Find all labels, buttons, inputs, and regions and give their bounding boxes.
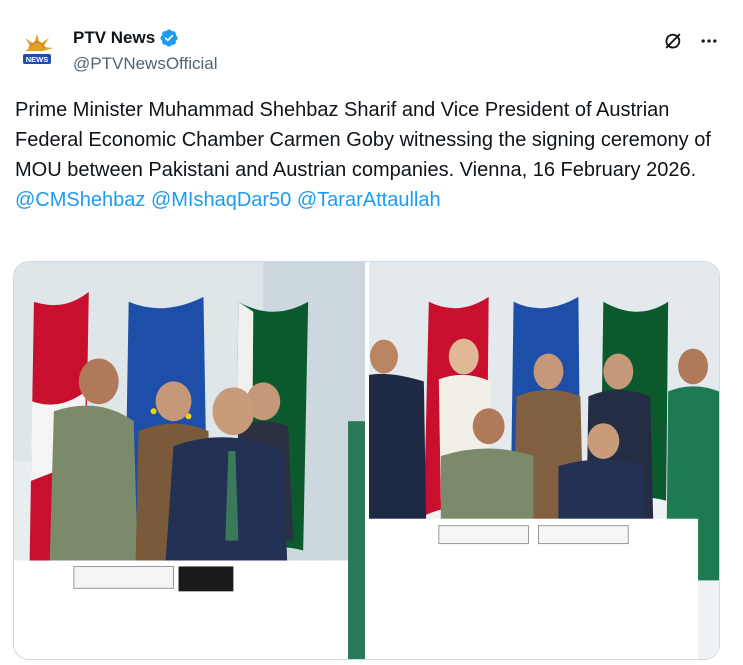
grok-button[interactable] [660,28,686,54]
display-name[interactable]: PTV News [73,28,155,48]
mention-link[interactable]: @CMShehbaz [15,189,145,211]
more-options-icon [701,39,717,43]
more-options-button[interactable] [696,28,722,54]
mention-link[interactable]: @TararAttaullah [297,189,441,211]
tweet-media [13,261,720,660]
tweet-header: NEWS PTV News @PTVNewsOfficial [15,26,728,80]
photo-image [369,262,719,659]
ptv-logo-icon: NEWS [15,28,59,72]
account-handle[interactable]: @PTVNewsOfficial [73,54,217,74]
tweet-body: Prime Minister Muhammad Shehbaz Sharif a… [15,99,711,181]
verified-badge-icon [160,29,178,47]
photo-signing-handshake[interactable] [14,262,365,659]
mention-link[interactable]: @MIshaqDar50 [151,189,291,211]
grok-icon [665,33,681,49]
tweet-text: Prime Minister Muhammad Shehbaz Sharif a… [15,95,715,215]
photo-image [14,262,365,659]
name-row: PTV News [73,28,179,48]
avatar-logo-text: NEWS [26,55,49,64]
photo-signing-ceremony[interactable] [369,262,719,659]
ptv-news-avatar[interactable]: NEWS [15,28,59,72]
